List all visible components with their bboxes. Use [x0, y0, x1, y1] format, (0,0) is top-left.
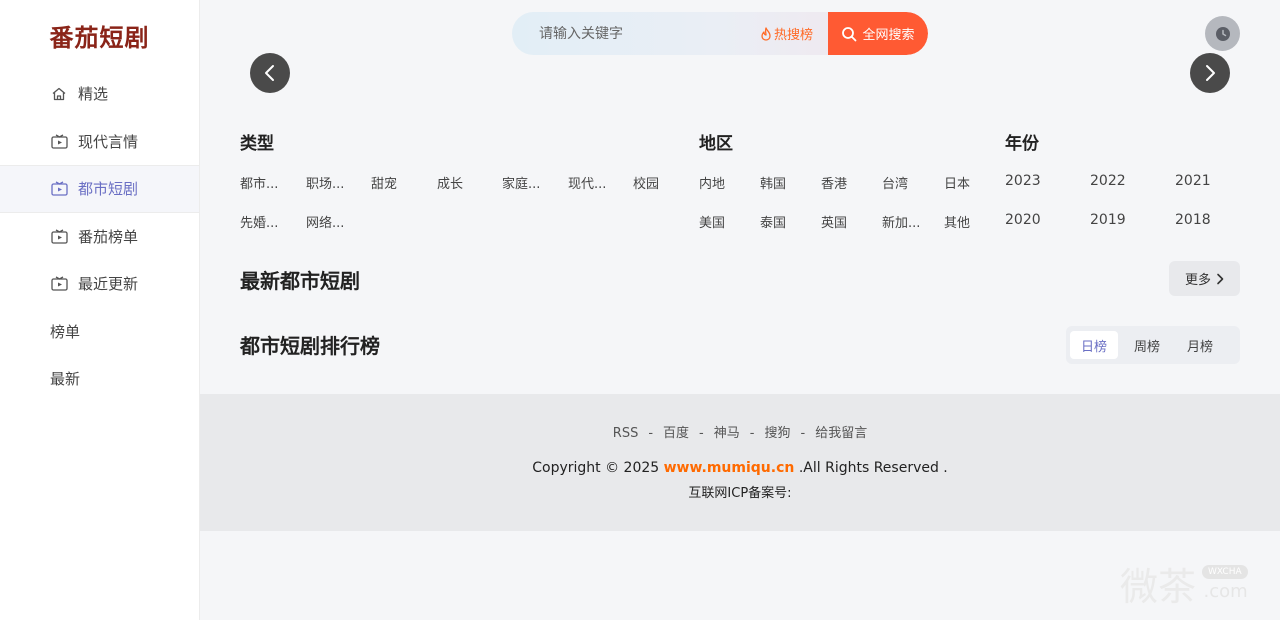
site-logo[interactable]: 番茄短剧	[0, 0, 199, 70]
filter-tag-type[interactable]: 现代...	[568, 173, 606, 192]
footer-separator: -	[800, 426, 806, 441]
ranking-section-title: 都市短剧排行榜	[240, 334, 380, 358]
more-button-label: 更多	[1184, 273, 1211, 288]
filter-tag-region[interactable]: 韩国	[760, 173, 786, 192]
sidebar-item-recent-updates[interactable]: 最近更新	[0, 260, 199, 308]
latest-section-title: 最新都市短剧	[240, 269, 360, 293]
copyright-suffix: .All Rights Reserved .	[798, 460, 948, 476]
chevron-left-icon	[265, 65, 274, 81]
filter-tag-type[interactable]: 职场...	[306, 173, 344, 192]
footer: RSS - 百度 - 神马 - 搜狗 - 给我留言 Copyright © 2025 www.m…	[200, 394, 1280, 531]
site-domain-link[interactable]: www.mumiqu.cn	[664, 460, 795, 476]
footer-link-sogou[interactable]: 搜狗	[764, 422, 790, 441]
footer-separator: -	[699, 426, 704, 441]
filter-tag-region[interactable]: 英国	[821, 212, 847, 231]
more-button[interactable]: 更多	[1169, 261, 1240, 296]
tv-play-icon	[50, 181, 68, 197]
filter-tag-region[interactable]: 泰国	[760, 212, 786, 231]
search-input[interactable]	[512, 25, 742, 42]
filter-tag-region[interactable]: 台湾	[882, 173, 908, 192]
search-icon	[842, 26, 857, 41]
watermark: 微茶 WXCHA .com	[1120, 556, 1248, 611]
footer-link-message[interactable]: 给我留言	[815, 422, 867, 441]
global-search-button[interactable]: 全网搜索	[828, 12, 928, 55]
filter-tag-year[interactable]: 2018	[1175, 212, 1211, 228]
tv-play-icon	[50, 228, 68, 244]
filter-tag-region[interactable]: 其他	[944, 212, 970, 231]
filter-tag-year[interactable]: 2019	[1090, 212, 1126, 228]
footer-link-shenma[interactable]: 神马	[714, 422, 740, 441]
copyright-prefix: Copyright © 2025	[532, 460, 660, 476]
filter-tag-year[interactable]: 2022	[1090, 173, 1126, 189]
filter-tag-region[interactable]: 新加...	[882, 212, 920, 231]
filter-tag-type[interactable]: 甜宠	[371, 173, 397, 192]
history-button[interactable]	[1205, 16, 1240, 51]
watermark-badge: WXCHA	[1202, 565, 1248, 579]
filter-type-heading: 类型	[240, 134, 274, 154]
filter-tag-region[interactable]: 内地	[699, 173, 725, 192]
filter-tag-type[interactable]: 家庭...	[502, 173, 540, 192]
footer-link-rss[interactable]: RSS	[613, 426, 639, 441]
chevron-right-icon	[1217, 273, 1224, 284]
search-bar: 热搜榜 全网搜索	[512, 12, 928, 55]
footer-separator: -	[749, 426, 755, 441]
carousel-prev-button[interactable]	[250, 53, 290, 93]
hot-search-label: 热搜榜	[774, 28, 814, 43]
chevron-right-icon	[1206, 65, 1215, 81]
sidebar-item-fanqie-ranking[interactable]: 番茄榜单	[0, 213, 199, 261]
flame-icon	[761, 26, 771, 41]
sidebar-item-label: 最新	[50, 370, 81, 389]
filter-tag-type[interactable]: 先婚...	[240, 212, 278, 231]
filter-year-heading: 年份	[1005, 134, 1039, 154]
sidebar-item-label: 最近更新	[78, 275, 139, 294]
home-icon	[50, 86, 68, 102]
sidebar-item-label: 都市短剧	[78, 180, 139, 199]
sidebar-item-jingxuan[interactable]: 精选	[0, 70, 199, 118]
filter-tag-region[interactable]: 香港	[821, 173, 847, 192]
tv-play-icon	[50, 276, 68, 292]
search-button-label: 全网搜索	[862, 28, 915, 43]
filter-tag-type[interactable]: 网络...	[306, 212, 344, 231]
filter-tag-year[interactable]: 2020	[1005, 212, 1041, 228]
filter-tag-year[interactable]: 2023	[1005, 173, 1041, 189]
tab-weekly[interactable]: 周榜	[1123, 331, 1171, 359]
tab-daily[interactable]: 日榜	[1070, 331, 1118, 359]
watermark-text: 微茶	[1120, 565, 1197, 609]
sidebar-item-ranking[interactable]: 榜单	[0, 308, 199, 356]
watermark-sub: .com	[1203, 581, 1248, 602]
footer-separator: -	[648, 426, 654, 441]
hot-search-link[interactable]: 热搜榜	[760, 24, 813, 43]
filter-tag-type[interactable]: 都市...	[240, 173, 278, 192]
sidebar-item-latest[interactable]: 最新	[0, 355, 199, 403]
footer-link-baidu[interactable]: 百度	[663, 422, 689, 441]
footer-links: RSS - 百度 - 神马 - 搜狗 - 给我留言	[200, 422, 1280, 441]
ranking-tabs: 日榜 周榜 月榜	[1066, 326, 1240, 364]
sidebar-item-label: 番茄榜单	[78, 227, 139, 246]
clock-icon	[1215, 26, 1230, 41]
filter-tag-region[interactable]: 美国	[699, 212, 725, 231]
icp-record: 互联网ICP备案号:	[688, 486, 792, 501]
sidebar-item-modern-romance[interactable]: 现代言情	[0, 118, 199, 166]
filter-tag-region[interactable]: 日本	[944, 173, 970, 192]
filter-tag-type[interactable]: 校园	[633, 173, 659, 192]
copyright: Copyright © 2025 www.mumiqu.cn .All Righ…	[200, 460, 1280, 476]
tv-play-icon	[50, 133, 68, 149]
sidebar-item-label: 精选	[78, 85, 109, 104]
carousel-next-button[interactable]	[1190, 53, 1230, 93]
main-content: 热搜榜 全网搜索 类型 地区 年份 都市... 职场... 甜宠 成长 家庭..…	[200, 0, 1280, 620]
filter-region-heading: 地区	[699, 134, 733, 154]
filter-tag-year[interactable]: 2021	[1175, 173, 1211, 189]
sidebar-item-label: 榜单	[50, 322, 81, 341]
tab-monthly[interactable]: 月榜	[1176, 331, 1224, 359]
filter-tag-type[interactable]: 成长	[437, 173, 463, 192]
sidebar-item-urban-drama[interactable]: 都市短剧	[0, 165, 199, 213]
sidebar-item-label: 现代言情	[78, 132, 139, 151]
sidebar: 番茄短剧 精选 现代言情 都市短剧 番茄榜单 最近更新 榜单 最新	[0, 0, 200, 620]
